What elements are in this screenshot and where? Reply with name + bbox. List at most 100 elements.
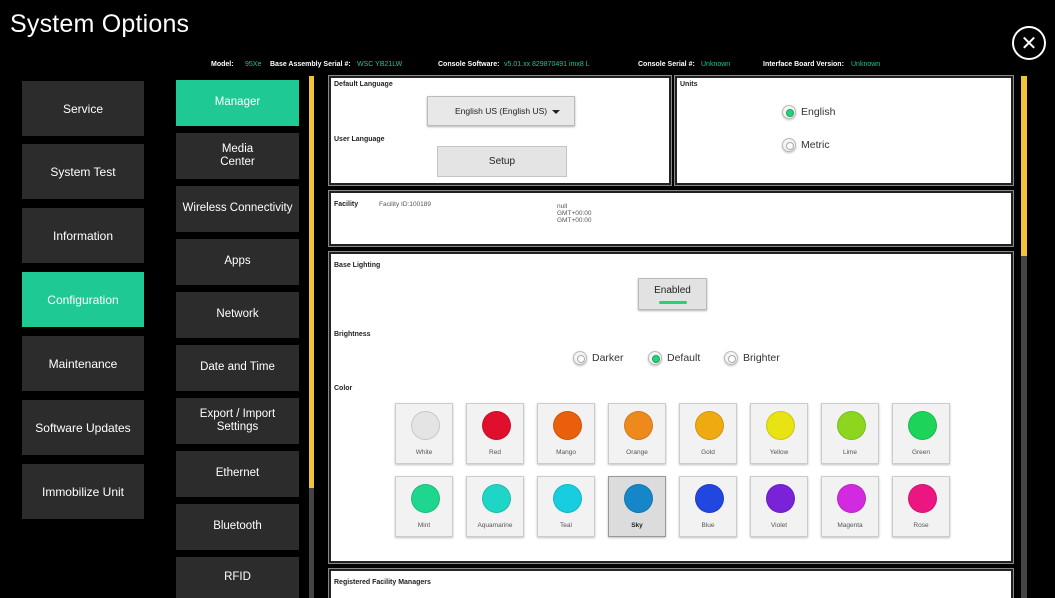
color-circle-icon <box>411 484 440 513</box>
base-lighting-panel: Base Lighting Enabled Brightness Darker … <box>328 251 1014 564</box>
color-swatch-label: Green <box>911 449 931 456</box>
color-swatch-yellow[interactable]: Yellow <box>750 403 808 464</box>
base-serial-value: WSC YB21LW <box>357 61 403 68</box>
facility-label: Facility <box>334 201 359 208</box>
color-swatch-label: Orange <box>626 449 648 456</box>
radio-selected-icon <box>648 351 662 365</box>
submenu-media-center[interactable]: Media Center <box>176 133 299 179</box>
console-serial-value: Unknown <box>701 61 731 68</box>
color-swatch-white[interactable]: White <box>395 403 453 464</box>
language-panel: Default Language English US (English US)… <box>328 75 672 186</box>
color-swatch-mango[interactable]: Mango <box>537 403 595 464</box>
color-circle-icon <box>766 411 795 440</box>
brightness-darker-radio[interactable]: Darker <box>573 351 624 365</box>
color-swatch-teal[interactable]: Teal <box>537 476 595 537</box>
window-title: System Options <box>10 10 190 38</box>
radio-label: English <box>801 106 836 118</box>
console-software-value: v5.01.xx 829870491 imx8 L <box>504 61 590 68</box>
radio-label: Brighter <box>743 352 780 364</box>
menu-immobilize-unit[interactable]: Immobilize Unit <box>22 464 144 519</box>
color-circle-icon <box>837 411 866 440</box>
radio-label: Default <box>667 352 701 364</box>
submenu-scrollbar-thumb[interactable] <box>309 76 314 488</box>
menu-maintenance[interactable]: Maintenance <box>22 336 144 391</box>
submenu-export-import-settings[interactable]: Export / Import Settings <box>176 398 299 444</box>
color-swatch-violet[interactable]: Violet <box>750 476 808 537</box>
chevron-down-icon <box>552 110 560 114</box>
model-label: Model: <box>211 61 234 68</box>
enabled-toggle-button[interactable]: Enabled <box>638 278 707 310</box>
base-lighting-label: Base Lighting <box>334 262 381 269</box>
radio-selected-icon <box>782 105 796 119</box>
color-label: Color <box>334 385 353 392</box>
color-swatch-label: Sky <box>631 522 643 529</box>
facility-info-line: GMT+00:00 <box>557 217 592 224</box>
color-swatch-rose[interactable]: Rose <box>892 476 950 537</box>
color-swatch-label: Violet <box>770 522 788 529</box>
submenu-bluetooth[interactable]: Bluetooth <box>176 504 299 550</box>
color-circle-icon <box>766 484 795 513</box>
radio-label: Metric <box>801 139 830 151</box>
default-language-dropdown[interactable]: English US (English US) <box>427 96 575 126</box>
menu-configuration[interactable]: Configuration <box>22 272 144 327</box>
interface-board-label: Interface Board Version: <box>763 61 844 68</box>
color-swatch-lime[interactable]: Lime <box>821 403 879 464</box>
units-panel: Units English Metric <box>674 75 1014 186</box>
color-swatch-label: Lime <box>842 449 858 456</box>
setup-button[interactable]: Setup <box>437 146 567 177</box>
units-metric-radio[interactable]: Metric <box>782 138 830 152</box>
submenu-ethernet[interactable]: Ethernet <box>176 451 299 497</box>
color-swatch-label: Teal <box>560 522 572 529</box>
close-button[interactable]: ✕ <box>1012 26 1046 60</box>
color-circle-icon <box>553 484 582 513</box>
user-language-label: User Language <box>334 136 385 143</box>
color-swatch-label: Yellow <box>769 449 789 456</box>
submenu-date-and-time[interactable]: Date and Time <box>176 345 299 391</box>
console-software-label: Console Software: <box>438 61 500 68</box>
submenu-manager[interactable]: Manager <box>176 80 299 126</box>
radio-unselected-icon <box>782 138 796 152</box>
color-swatch-gold[interactable]: Gold <box>679 403 737 464</box>
color-circle-icon <box>908 484 937 513</box>
color-swatch-label: Magenta <box>837 522 863 529</box>
content-scrollbar-thumb[interactable] <box>1021 76 1027 256</box>
color-swatch-label: Rose <box>913 522 929 529</box>
submenu-rfid[interactable]: RFID <box>176 557 299 598</box>
submenu-network[interactable]: Network <box>176 292 299 338</box>
color-swatch-green[interactable]: Green <box>892 403 950 464</box>
default-language-label: Default Language <box>334 81 393 88</box>
units-label: Units <box>680 81 698 88</box>
color-swatch-red[interactable]: Red <box>466 403 524 464</box>
submenu-scrollbar-track[interactable] <box>309 488 314 598</box>
submenu-wireless-connectivity[interactable]: Wireless Connectivity <box>176 186 299 232</box>
units-english-radio[interactable]: English <box>782 105 835 119</box>
content-scrollbar-track[interactable] <box>1021 256 1027 598</box>
color-swatch-label: Mango <box>556 449 576 456</box>
enabled-indicator <box>659 301 687 304</box>
interface-board-value: Unknown <box>851 61 881 68</box>
menu-information[interactable]: Information <box>22 208 144 263</box>
color-swatch-aquamarine[interactable]: Aquamarine <box>466 476 524 537</box>
color-swatch-orange[interactable]: Orange <box>608 403 666 464</box>
radio-unselected-icon <box>573 351 587 365</box>
color-circle-icon <box>482 411 511 440</box>
color-swatch-label: Aquamarine <box>477 522 513 529</box>
enabled-label: Enabled <box>654 285 691 296</box>
color-circle-icon <box>553 411 582 440</box>
brightness-default-radio[interactable]: Default <box>648 351 700 365</box>
submenu-apps[interactable]: Apps <box>176 239 299 285</box>
color-swatch-blue[interactable]: Blue <box>679 476 737 537</box>
color-circle-icon <box>482 484 511 513</box>
color-swatch-mint[interactable]: Mint <box>395 476 453 537</box>
menu-service[interactable]: Service <box>22 81 144 136</box>
menu-software-updates[interactable]: Software Updates <box>22 400 144 455</box>
color-swatch-label: White <box>415 449 433 456</box>
color-swatch-magenta[interactable]: Magenta <box>821 476 879 537</box>
facility-info-line: GMT+00:00 <box>557 210 592 217</box>
base-serial-label: Base Assembly Serial #: <box>270 61 351 68</box>
model-value: 95Xe <box>245 61 262 68</box>
brightness-brighter-radio[interactable]: Brighter <box>724 351 780 365</box>
color-swatch-sky[interactable]: Sky <box>608 476 666 537</box>
color-circle-icon <box>695 411 724 440</box>
menu-system-test[interactable]: System Test <box>22 144 144 199</box>
